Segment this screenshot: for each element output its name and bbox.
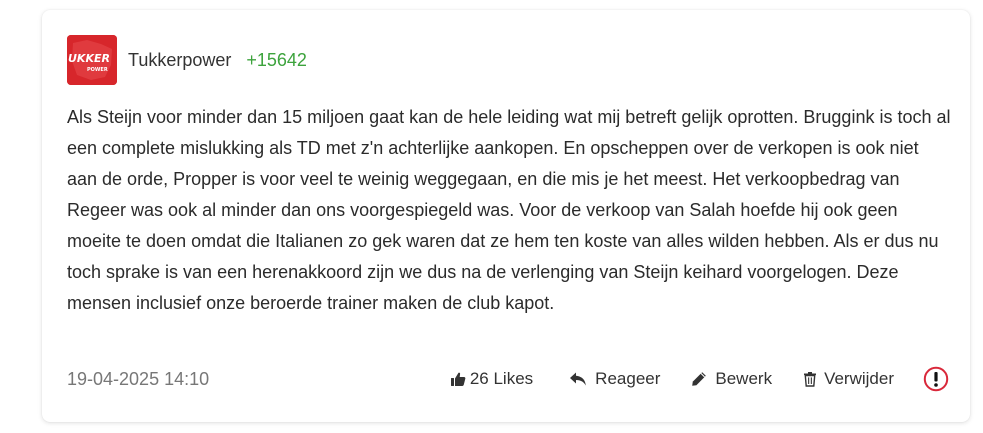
author-name[interactable]: Tukkerpower	[128, 50, 231, 71]
reply-arrow-icon	[569, 371, 587, 387]
like-button[interactable]: 26 Likes	[450, 369, 533, 389]
comment-card: UKKER POWER Tukkerpower +15642 Als Steij…	[42, 10, 970, 422]
delete-label: Verwijder	[824, 369, 894, 388]
reply-label: Reageer	[595, 369, 661, 388]
reply-button[interactable]: Reageer	[569, 369, 660, 389]
report-button[interactable]	[923, 366, 949, 392]
like-count-label: 26 Likes	[469, 369, 534, 388]
trash-icon	[803, 371, 817, 387]
karma-score: +15642	[246, 49, 307, 70]
avatar[interactable]: UKKER POWER	[67, 35, 117, 85]
edit-label: Bewerk	[715, 369, 773, 388]
delete-button[interactable]: Verwijder	[803, 369, 894, 389]
avatar-subtext: POWER	[87, 67, 108, 73]
comment-actions: 26 Likes Reageer Bewerk Verwijder	[450, 366, 949, 392]
comment-header: UKKER POWER Tukkerpower +15642	[67, 35, 307, 85]
avatar-text: UKKER	[68, 52, 110, 65]
avatar-logo: UKKER POWER	[67, 35, 117, 85]
edit-button[interactable]: Bewerk	[691, 369, 772, 389]
comment-footer: 19-04-2025 14:10 26 Likes Reageer Bewerk…	[67, 362, 949, 396]
thumbs-up-icon	[450, 371, 466, 387]
comment-body: Als Steijn voor minder dan 15 miljoen ga…	[67, 107, 951, 313]
comment-timestamp: 19-04-2025 14:10	[67, 368, 210, 389]
exclamation-circle-icon	[923, 366, 949, 392]
pencil-icon	[691, 371, 707, 387]
